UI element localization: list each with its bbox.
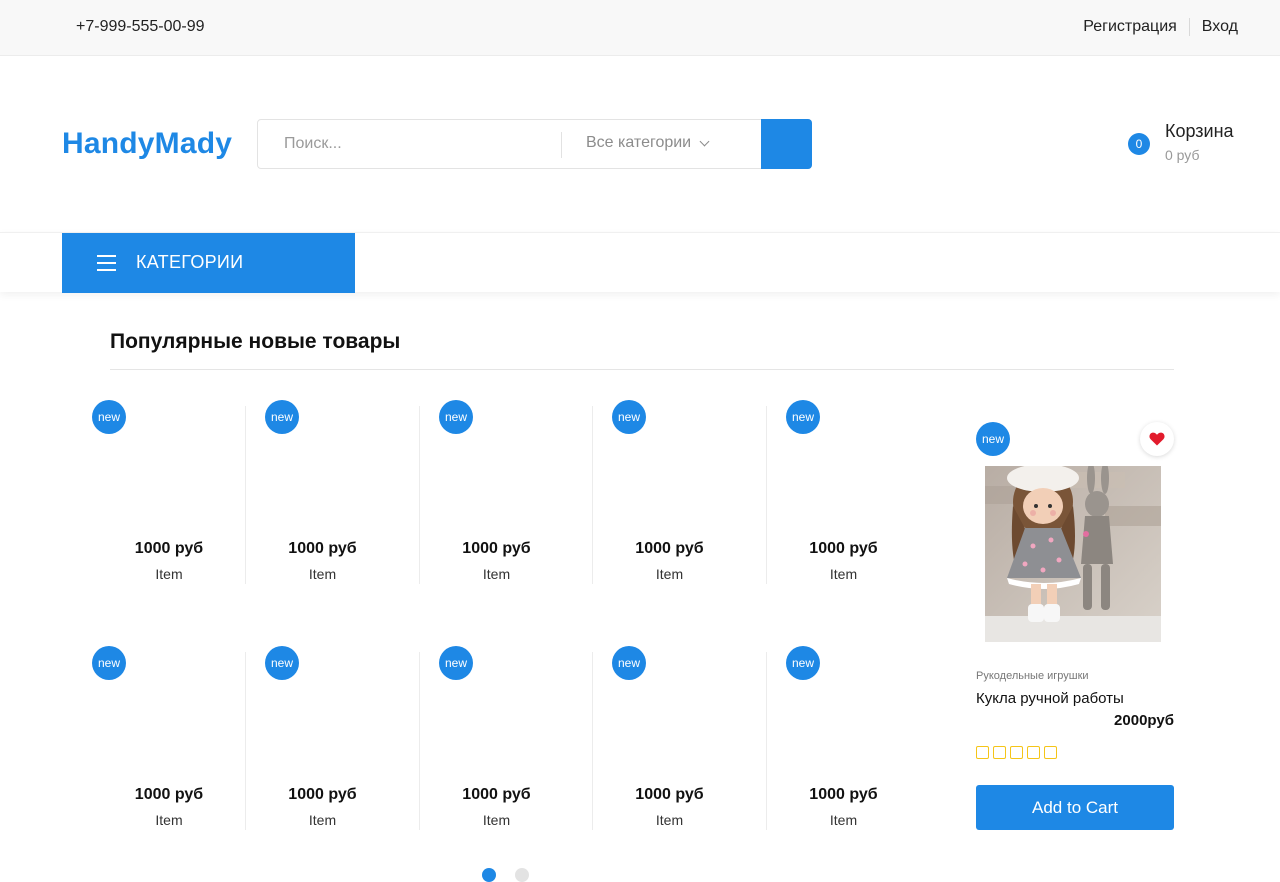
login-link[interactable]: Вход (1202, 18, 1238, 36)
product-name: Item (482, 812, 511, 828)
chevron-down-icon (699, 136, 710, 146)
header: HandyMady Все категории 0 Корзина 0 руб (0, 56, 1280, 232)
product-name: Item (308, 812, 337, 828)
product-name: Item (155, 566, 183, 582)
featured-product-card: new Рукодельные игрушки Кукла ручной раб… (976, 422, 1174, 842)
search-divider (561, 132, 562, 158)
section-title: Популярные новые товары (110, 330, 401, 353)
product-card[interactable]: new 1000 руб Item (766, 400, 920, 584)
product-card[interactable]: new 1000 руб Item (592, 400, 746, 584)
nav-bar: КАТЕГОРИИ (0, 232, 1280, 293)
product-category[interactable]: Рукодельные игрушки (976, 670, 1089, 682)
product-card[interactable]: new 1000 руб Item (419, 400, 573, 584)
star-icon (976, 746, 989, 759)
product-title[interactable]: Кукла ручной работы (976, 690, 1124, 707)
register-link[interactable]: Регистрация (1083, 18, 1177, 36)
new-badge: new (265, 400, 299, 434)
new-badge: new (612, 646, 646, 680)
categories-button-label: КАТЕГОРИИ (136, 252, 244, 272)
new-badge: new (786, 646, 820, 680)
product-price: 1000 руб (288, 540, 357, 557)
new-badge: new (92, 400, 126, 434)
hamburger-icon (97, 255, 116, 271)
search-input[interactable] (258, 120, 561, 168)
new-badge: new (786, 400, 820, 434)
product-price: 1000 руб (635, 540, 704, 557)
category-select-label: Все категории (586, 134, 692, 151)
product-name: Item (155, 812, 183, 828)
product-card[interactable]: new 1000 руб Item (245, 646, 399, 830)
new-badge: new (612, 400, 646, 434)
logo[interactable]: HandyMady (62, 127, 232, 161)
star-icon (993, 746, 1006, 759)
star-icon (1010, 746, 1023, 759)
product-image[interactable] (985, 466, 1161, 642)
section-divider (110, 369, 1174, 370)
product-card[interactable]: new 1000 руб Item (592, 646, 746, 830)
category-select[interactable]: Все категории (586, 134, 710, 152)
product-price: 1000 руб (635, 786, 704, 803)
search-bar: Все категории (257, 119, 812, 169)
product-name: Item (829, 566, 858, 582)
heart-icon (1149, 432, 1165, 446)
product-card[interactable]: new 1000 руб Item (766, 646, 920, 830)
product-price: 1000 руб (462, 786, 531, 803)
product-price: 1000 руб (288, 786, 357, 803)
product-card[interactable]: new 1000 руб Item (245, 400, 399, 584)
product-price: 1000 руб (134, 786, 204, 803)
new-badge: new (265, 646, 299, 680)
cart-label: Корзина (1165, 121, 1234, 141)
product-price: 2000руб (1114, 712, 1174, 729)
phone-number[interactable]: +7-999-555-00-99 (76, 18, 205, 36)
doll-image (985, 466, 1161, 642)
product-price: 1000 руб (134, 540, 204, 557)
rating-stars (976, 746, 1057, 759)
carousel-pagination (482, 868, 529, 882)
product-card[interactable]: new 1000 руб Item (92, 646, 246, 828)
divider (1188, 18, 1190, 36)
new-badge: new (92, 646, 126, 680)
product-name: Item (655, 812, 684, 828)
star-icon (1027, 746, 1040, 759)
product-card[interactable]: new 1000 руб Item (419, 646, 573, 830)
product-price: 1000 руб (809, 786, 878, 803)
new-badge: new (976, 422, 1010, 456)
product-card[interactable]: new 1000 руб Item (92, 400, 246, 582)
top-bar: +7-999-555-00-99 Регистрация Вход (0, 0, 1280, 56)
product-name: Item (482, 566, 511, 582)
star-icon (1044, 746, 1057, 759)
product-name: Item (829, 812, 858, 828)
auth-links: Регистрация Вход (1083, 18, 1238, 36)
carousel-dot-1[interactable] (482, 868, 496, 882)
search-button[interactable] (761, 119, 812, 169)
cart-count-badge: 0 (1128, 133, 1150, 155)
new-badge: new (439, 646, 473, 680)
cart-amount: 0 руб (1165, 147, 1200, 163)
product-name: Item (308, 566, 337, 582)
product-name: Item (655, 566, 684, 582)
product-price: 1000 руб (462, 540, 531, 557)
add-to-cart-button[interactable]: Add to Cart (976, 785, 1174, 830)
carousel-dot-2[interactable] (515, 868, 529, 882)
wishlist-button[interactable] (1140, 422, 1174, 456)
product-price: 1000 руб (809, 540, 878, 557)
categories-button[interactable]: КАТЕГОРИИ (62, 233, 355, 293)
new-badge: new (439, 400, 473, 434)
